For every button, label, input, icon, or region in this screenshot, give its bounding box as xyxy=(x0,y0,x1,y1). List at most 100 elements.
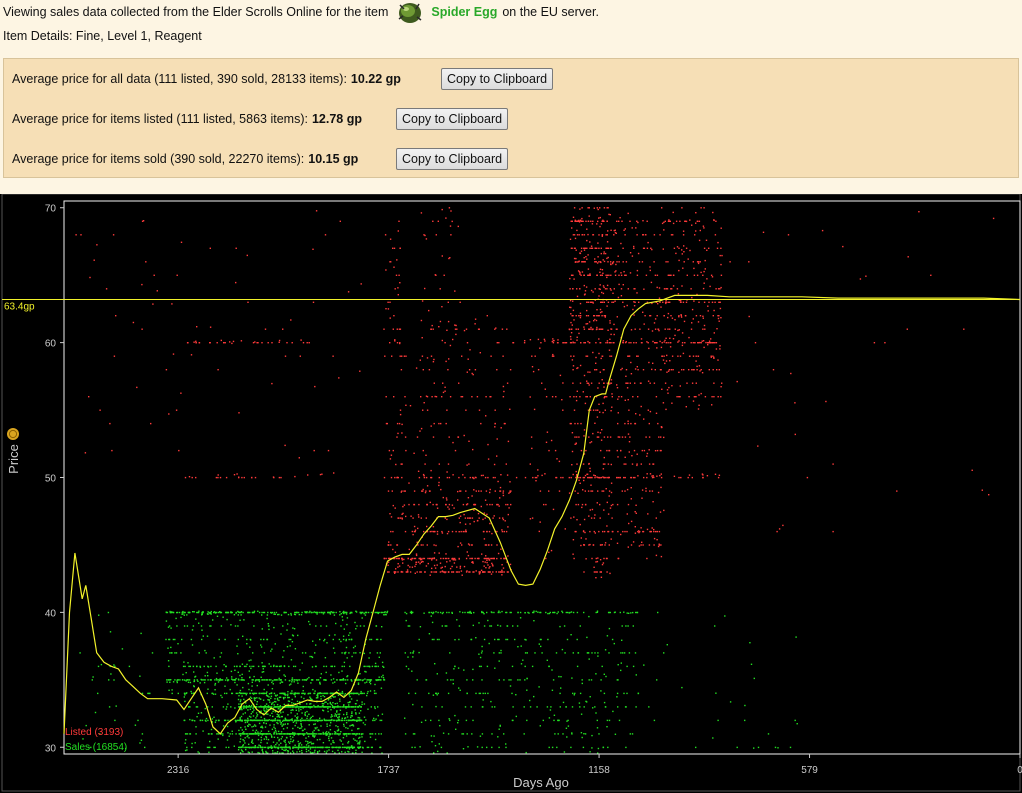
listed-point xyxy=(700,392,702,395)
listed-point xyxy=(640,405,642,408)
listed-point xyxy=(531,447,533,450)
listed-point xyxy=(569,277,571,280)
listed-point xyxy=(607,256,609,259)
sales-point xyxy=(235,611,237,614)
sales-point xyxy=(274,679,277,681)
listed-point xyxy=(252,342,255,344)
listed-point xyxy=(616,328,618,330)
sales-point xyxy=(330,697,332,699)
sales-point xyxy=(381,626,383,628)
sales-point xyxy=(271,681,273,684)
listed-point xyxy=(565,342,568,344)
sales-point xyxy=(379,652,381,654)
sales-point xyxy=(275,743,277,746)
sales-point xyxy=(273,613,275,615)
listed-point xyxy=(433,571,435,573)
listed-point xyxy=(607,301,610,303)
sales-point xyxy=(165,620,168,622)
listed-point xyxy=(321,473,323,475)
sales-point xyxy=(345,682,347,685)
listed-point xyxy=(703,247,706,249)
average-row-sold: Average price for items sold (390 sold, … xyxy=(12,147,358,171)
sales-point xyxy=(334,719,336,722)
sales-point xyxy=(292,739,295,741)
listed-point xyxy=(424,571,426,573)
listed-point xyxy=(690,288,692,290)
sales-point xyxy=(92,676,94,678)
sales-point xyxy=(244,721,247,724)
listed-point xyxy=(415,563,417,565)
listed-point xyxy=(444,557,447,560)
listed-point xyxy=(396,328,398,330)
sales-point xyxy=(341,670,343,672)
sales-point xyxy=(266,614,269,616)
listed-point xyxy=(609,507,612,509)
listed-point xyxy=(636,453,638,455)
listed-point xyxy=(180,241,183,243)
listed-point xyxy=(672,211,674,214)
listed-point xyxy=(579,364,582,367)
sales-point xyxy=(252,715,255,717)
sales-point xyxy=(260,733,263,735)
item-name-link[interactable]: Spider Egg xyxy=(431,5,497,19)
listed-point xyxy=(607,230,609,232)
sales-point xyxy=(350,692,353,695)
sales-point xyxy=(98,614,100,616)
listed-point xyxy=(687,476,689,479)
listed-point xyxy=(699,315,702,317)
sales-point xyxy=(203,681,206,684)
sales-point xyxy=(303,746,305,748)
sales-point xyxy=(260,736,262,739)
listed-point xyxy=(685,301,688,303)
sales-point xyxy=(253,675,255,678)
sales-point xyxy=(144,746,146,749)
listed-point xyxy=(479,352,481,354)
sales-point xyxy=(205,720,207,722)
copy-sold-button[interactable]: Copy to Clipboard xyxy=(396,148,509,170)
listed-point xyxy=(238,476,240,478)
sales-point xyxy=(283,703,285,706)
sales-point xyxy=(304,611,306,613)
sales-point xyxy=(272,683,274,685)
listed-point xyxy=(474,557,476,560)
listed-point xyxy=(412,517,414,519)
sales-point xyxy=(308,620,310,623)
sales-point xyxy=(342,679,344,681)
sales-point xyxy=(231,730,233,732)
listed-point xyxy=(579,312,582,314)
sales-point xyxy=(326,642,328,644)
listed-point xyxy=(388,571,390,573)
listed-point xyxy=(480,505,482,508)
sales-point xyxy=(222,616,224,618)
listed-point xyxy=(447,571,450,573)
copy-all-button[interactable]: Copy to Clipboard xyxy=(441,68,554,90)
sales-point xyxy=(374,733,377,735)
listed-point xyxy=(590,517,593,519)
average-label: Average price for items listed (111 list… xyxy=(12,112,308,126)
listed-point xyxy=(700,271,702,274)
listed-point xyxy=(622,284,624,286)
listed-point xyxy=(430,355,433,357)
sales-point xyxy=(349,725,351,727)
sales-point xyxy=(292,750,294,752)
listed-point xyxy=(523,342,526,344)
listed-point xyxy=(696,274,699,276)
listed-point xyxy=(676,396,678,398)
listed-point xyxy=(679,301,682,303)
sales-point xyxy=(332,611,334,614)
listed-point xyxy=(659,234,661,236)
sales-point xyxy=(316,696,319,699)
sales-point xyxy=(352,692,354,695)
listed-point xyxy=(625,382,627,384)
sales-point xyxy=(243,740,245,742)
listed-point xyxy=(594,369,596,371)
copy-listed-button[interactable]: Copy to Clipboard xyxy=(396,108,509,130)
sales-point xyxy=(296,713,298,715)
listed-point xyxy=(622,340,625,342)
listed-point xyxy=(390,476,393,479)
listed-point xyxy=(593,571,596,573)
listed-point xyxy=(559,374,562,377)
listed-point xyxy=(165,369,168,371)
listed-point xyxy=(448,476,451,479)
sales-point xyxy=(260,716,262,718)
